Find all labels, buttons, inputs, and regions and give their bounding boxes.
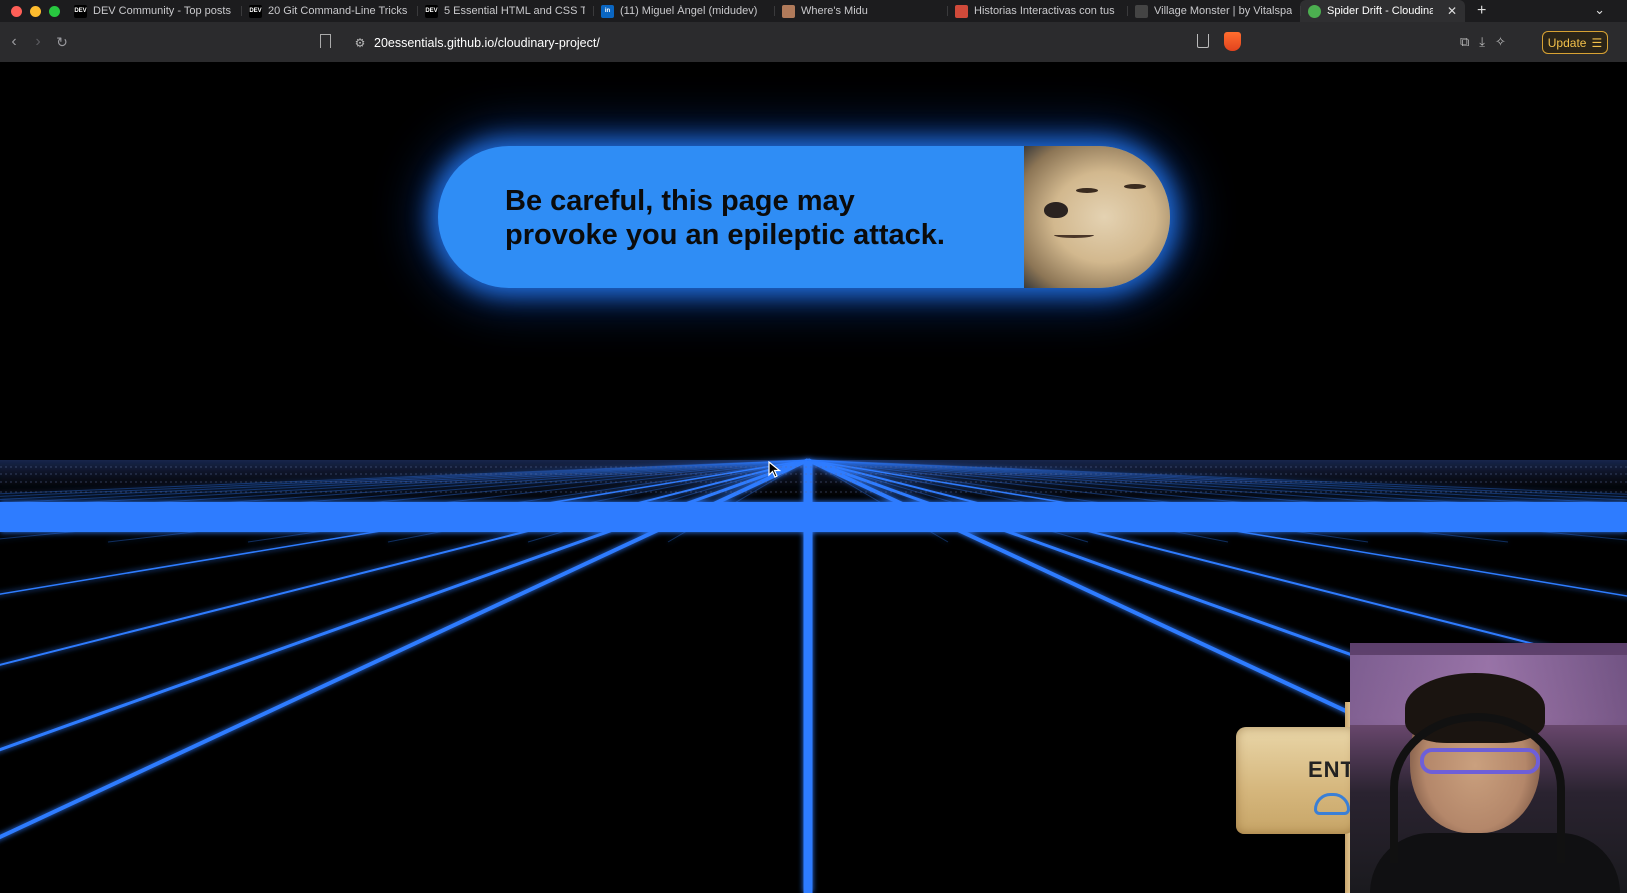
tab-label: (11) Miguel Ángel (midudev) bbox=[620, 5, 758, 17]
tab-label: Village Monster | by Vitalspac bbox=[1154, 5, 1292, 17]
new-tab-button[interactable]: + bbox=[1477, 2, 1486, 20]
favicon-icon bbox=[955, 4, 968, 18]
dog-meme-image bbox=[1024, 146, 1170, 288]
favicon-icon bbox=[1135, 4, 1148, 18]
tab-strip: DEV DEV Community - Top posts DEV 20 Git Co… bbox=[66, 0, 1465, 22]
favicon-icon: in bbox=[601, 4, 614, 18]
browser-tab[interactable]: Where's Midu bbox=[774, 0, 947, 22]
chevron-down-icon[interactable]: ⌄ bbox=[1594, 2, 1605, 18]
mouse-cursor-icon bbox=[768, 461, 782, 478]
browser-tab[interactable]: DEV 5 Essential HTML and CSS Ti bbox=[417, 0, 593, 22]
extensions-icon[interactable]: ⧉ bbox=[1460, 34, 1469, 50]
tab-label: Historias Interactivas con tus bbox=[974, 5, 1115, 17]
favicon-icon: DEV bbox=[74, 4, 87, 18]
browser-toolbar: ‹ › ↻ ⚙ 20essentials.github.io/cloudinar… bbox=[0, 22, 1627, 62]
share-icon[interactable] bbox=[1197, 34, 1209, 48]
update-label: Update bbox=[1547, 35, 1587, 50]
url-text[interactable]: 20essentials.github.io/cloudinary-projec… bbox=[374, 36, 600, 50]
browser-tab[interactable]: Historias Interactivas con tus bbox=[947, 0, 1127, 22]
browser-tab[interactable]: Spider Drift - Cloudinary ✕ bbox=[1300, 0, 1465, 22]
reload-button[interactable]: ↻ bbox=[50, 34, 74, 51]
sign-text: ENT bbox=[1308, 757, 1355, 782]
browser-tab[interactable]: DEV 20 Git Command-Line Tricks bbox=[241, 0, 417, 22]
warning-banner: Be careful, this page may provoke you an… bbox=[438, 146, 1170, 288]
webcam-overlay bbox=[1350, 643, 1627, 893]
tab-label: 20 Git Command-Line Tricks bbox=[268, 5, 408, 17]
back-button[interactable]: ‹ bbox=[2, 33, 26, 51]
bookmark-icon[interactable] bbox=[320, 34, 331, 48]
dog-eye bbox=[1124, 184, 1146, 189]
close-tab-icon[interactable]: ✕ bbox=[1447, 4, 1457, 18]
tab-label: Where's Midu bbox=[801, 5, 868, 17]
brave-shields-icon[interactable] bbox=[1224, 32, 1241, 51]
wooden-sign: ENT bbox=[1236, 727, 1356, 834]
favicon-icon bbox=[782, 4, 795, 18]
toolbar-icons: ⧉ ⤓ ✧ bbox=[1460, 34, 1506, 50]
menu-icon: ☰ bbox=[1591, 35, 1603, 50]
tab-label: DEV Community - Top posts bbox=[93, 5, 231, 17]
cloud-icon bbox=[1314, 793, 1350, 815]
favicon-icon: DEV bbox=[249, 4, 262, 18]
update-button[interactable]: Update ☰ bbox=[1542, 31, 1608, 54]
zoom-window-button[interactable] bbox=[49, 5, 60, 17]
favicon-icon: DEV bbox=[425, 4, 438, 18]
window-controls bbox=[0, 5, 66, 17]
close-window-button[interactable] bbox=[11, 5, 22, 17]
tab-label: 5 Essential HTML and CSS Ti bbox=[444, 5, 585, 17]
dog-eye bbox=[1076, 188, 1098, 193]
browser-tab[interactable]: in (11) Miguel Ángel (midudev) bbox=[593, 0, 774, 22]
forward-button[interactable]: › bbox=[26, 33, 50, 51]
warning-line-2: provoke you an epileptic attack. bbox=[505, 219, 945, 251]
grid-line-horizontal bbox=[0, 502, 1627, 532]
page-viewport: Be careful, this page may provoke you an… bbox=[0, 62, 1627, 893]
address-bar[interactable]: ⚙ 20essentials.github.io/cloudinary-proj… bbox=[346, 30, 1260, 55]
dog-nose bbox=[1044, 202, 1068, 218]
warning-text: Be careful, this page may provoke you an… bbox=[505, 184, 975, 252]
browser-tab[interactable]: Village Monster | by Vitalspac bbox=[1127, 0, 1300, 22]
browser-tab[interactable]: DEV DEV Community - Top posts bbox=[66, 0, 241, 22]
site-settings-icon[interactable]: ⚙ bbox=[346, 36, 374, 50]
warning-line-1: Be careful, this page may bbox=[505, 185, 855, 217]
tab-label: Spider Drift - Cloudinary bbox=[1327, 5, 1433, 17]
minimize-window-button[interactable] bbox=[30, 5, 41, 17]
favicon-icon bbox=[1308, 4, 1321, 18]
tab-bar: DEV DEV Community - Top posts DEV 20 Git Co… bbox=[0, 0, 1627, 22]
leo-ai-icon[interactable]: ✧ bbox=[1495, 34, 1506, 50]
headset bbox=[1390, 713, 1565, 863]
download-icon[interactable]: ⤓ bbox=[1479, 34, 1485, 50]
dog-mouth bbox=[1054, 232, 1094, 238]
